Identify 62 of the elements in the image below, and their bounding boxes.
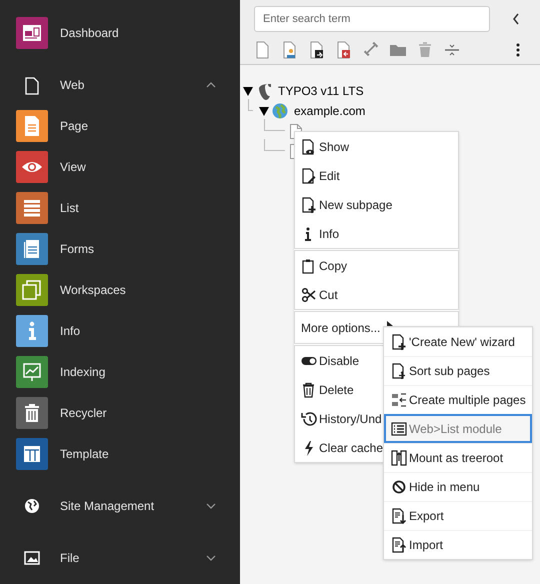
search-field[interactable]: Enter search term	[254, 6, 490, 32]
menu-item[interactable]: Page	[60, 116, 88, 134]
edit-icon	[301, 168, 317, 184]
import-icon	[391, 537, 407, 553]
context-menu-item[interactable]: Hide in menu	[384, 472, 532, 501]
folders-icon	[391, 392, 407, 408]
tree-connector-line	[264, 139, 285, 151]
tree-node-label[interactable]: TYPO3 v11 LTS	[278, 82, 364, 100]
tree-node-label[interactable]: example.com	[294, 102, 366, 120]
page-arrow-icon[interactable]	[308, 40, 326, 60]
history-icon	[301, 410, 317, 426]
menu-item[interactable]: Recycler	[60, 404, 107, 422]
context-menu-item[interactable]: History/Und	[319, 410, 382, 428]
trash-icon	[301, 382, 317, 398]
menu-item[interactable]: View	[60, 158, 86, 176]
plus-page-icon	[391, 334, 407, 350]
tree-connector-line	[248, 99, 253, 111]
more-icon[interactable]	[516, 43, 520, 57]
context-menu-item[interactable]: Delete	[319, 380, 354, 398]
chevron-down-icon[interactable]	[206, 555, 216, 561]
context-menu-item[interactable]: Disable	[319, 352, 360, 370]
menu-item[interactable]: Dashboard	[60, 24, 119, 42]
menu-item[interactable]: List	[60, 198, 79, 216]
context-menu-item[interactable]: New subpage	[319, 196, 392, 214]
page-import-icon[interactable]	[335, 40, 353, 60]
menu-group-title[interactable]: Web	[60, 76, 206, 94]
menu-item[interactable]: Workspaces	[60, 280, 126, 298]
expanded-icon[interactable]	[243, 86, 253, 96]
context-menu-item[interactable]: Copy	[319, 256, 348, 274]
scissors-icon	[301, 286, 317, 302]
chevron-down-icon[interactable]	[206, 503, 216, 509]
prohibited-icon	[391, 479, 407, 495]
list-icon	[391, 420, 407, 436]
collapse-icon[interactable]	[512, 13, 520, 25]
context-menu-item[interactable]: More options...	[301, 318, 380, 336]
plus-page-icon	[301, 196, 317, 212]
export-icon	[391, 508, 407, 524]
menu-item[interactable]: Template	[60, 444, 109, 462]
show-icon	[301, 138, 317, 154]
menu-item[interactable]: Forms	[60, 240, 94, 258]
menu-group-title[interactable]: File	[60, 549, 206, 567]
tree-connector-line	[264, 119, 285, 131]
context-menu-item[interactable]: Show	[319, 138, 350, 156]
menu-item[interactable]: Indexing	[60, 362, 106, 380]
context-menu-item[interactable]: Sort sub pages	[384, 356, 532, 385]
context-menu-item[interactable]: Edit	[319, 166, 340, 184]
context-menu-item[interactable]: Import	[384, 530, 532, 559]
typo3-logo-icon	[256, 82, 272, 100]
globe-icon	[272, 103, 288, 119]
sort-page-icon	[391, 363, 407, 379]
chevron-up-icon[interactable]	[206, 82, 216, 88]
menu-item[interactable]: Info	[60, 322, 80, 340]
mount-icon	[391, 450, 407, 466]
context-menu-item[interactable]: Mount as treeroot	[384, 443, 532, 472]
context-menu-item[interactable]: Clear cache	[319, 438, 384, 456]
context-menu-item[interactable]: Web>List module	[384, 414, 532, 443]
menu-group-title[interactable]: Site Management	[60, 497, 206, 515]
context-menu-item[interactable]: Cut	[319, 286, 338, 304]
context-menu-item[interactable]: Export	[384, 501, 532, 530]
expanded-icon[interactable]	[259, 106, 269, 116]
context-menu-item[interactable]: 'Create New' wizard	[384, 327, 532, 356]
context-menu-item[interactable]: Info	[319, 224, 340, 242]
